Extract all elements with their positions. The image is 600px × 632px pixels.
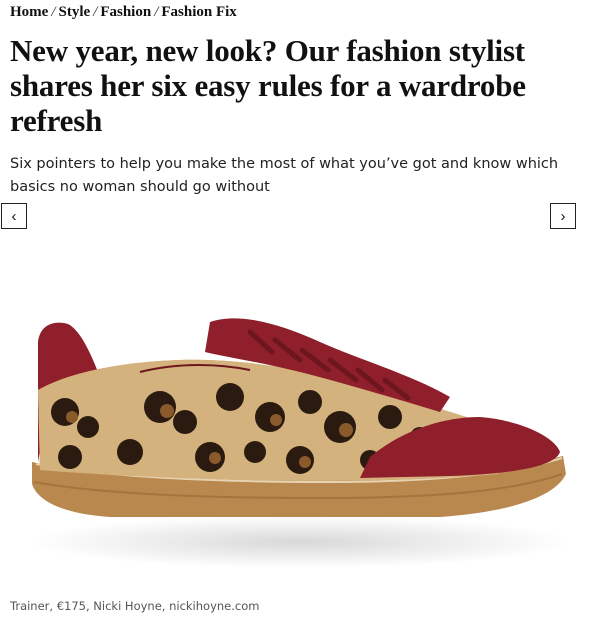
chevron-left-icon: ‹	[11, 207, 17, 225]
gallery-next-button[interactable]: ›	[550, 203, 576, 229]
breadcrumb-separator: /	[51, 4, 56, 20]
breadcrumb-style-link[interactable]: Style	[59, 4, 91, 20]
breadcrumb-fashion-link[interactable]: Fashion	[100, 4, 151, 20]
article-standfirst: Six pointers to help you make the most o…	[10, 156, 559, 195]
breadcrumb-separator: /	[154, 4, 159, 20]
gallery-image	[10, 212, 590, 592]
breadcrumb-separator: /	[93, 4, 98, 20]
image-caption: Trainer, €175, Nicki Hoyne, nickihoyne.c…	[10, 599, 260, 613]
breadcrumb: Home / Style / Fashion / Fashion Fix	[10, 4, 590, 21]
breadcrumb-fashion-fix-link[interactable]: Fashion Fix	[161, 4, 236, 20]
chevron-right-icon: ›	[560, 207, 566, 225]
breadcrumb-home-link[interactable]: Home	[10, 4, 48, 20]
article-headline: New year, new look? Our fashion stylist …	[10, 33, 526, 138]
trainer-illustration	[30, 318, 570, 568]
gallery-prev-button[interactable]: ‹	[1, 203, 27, 229]
